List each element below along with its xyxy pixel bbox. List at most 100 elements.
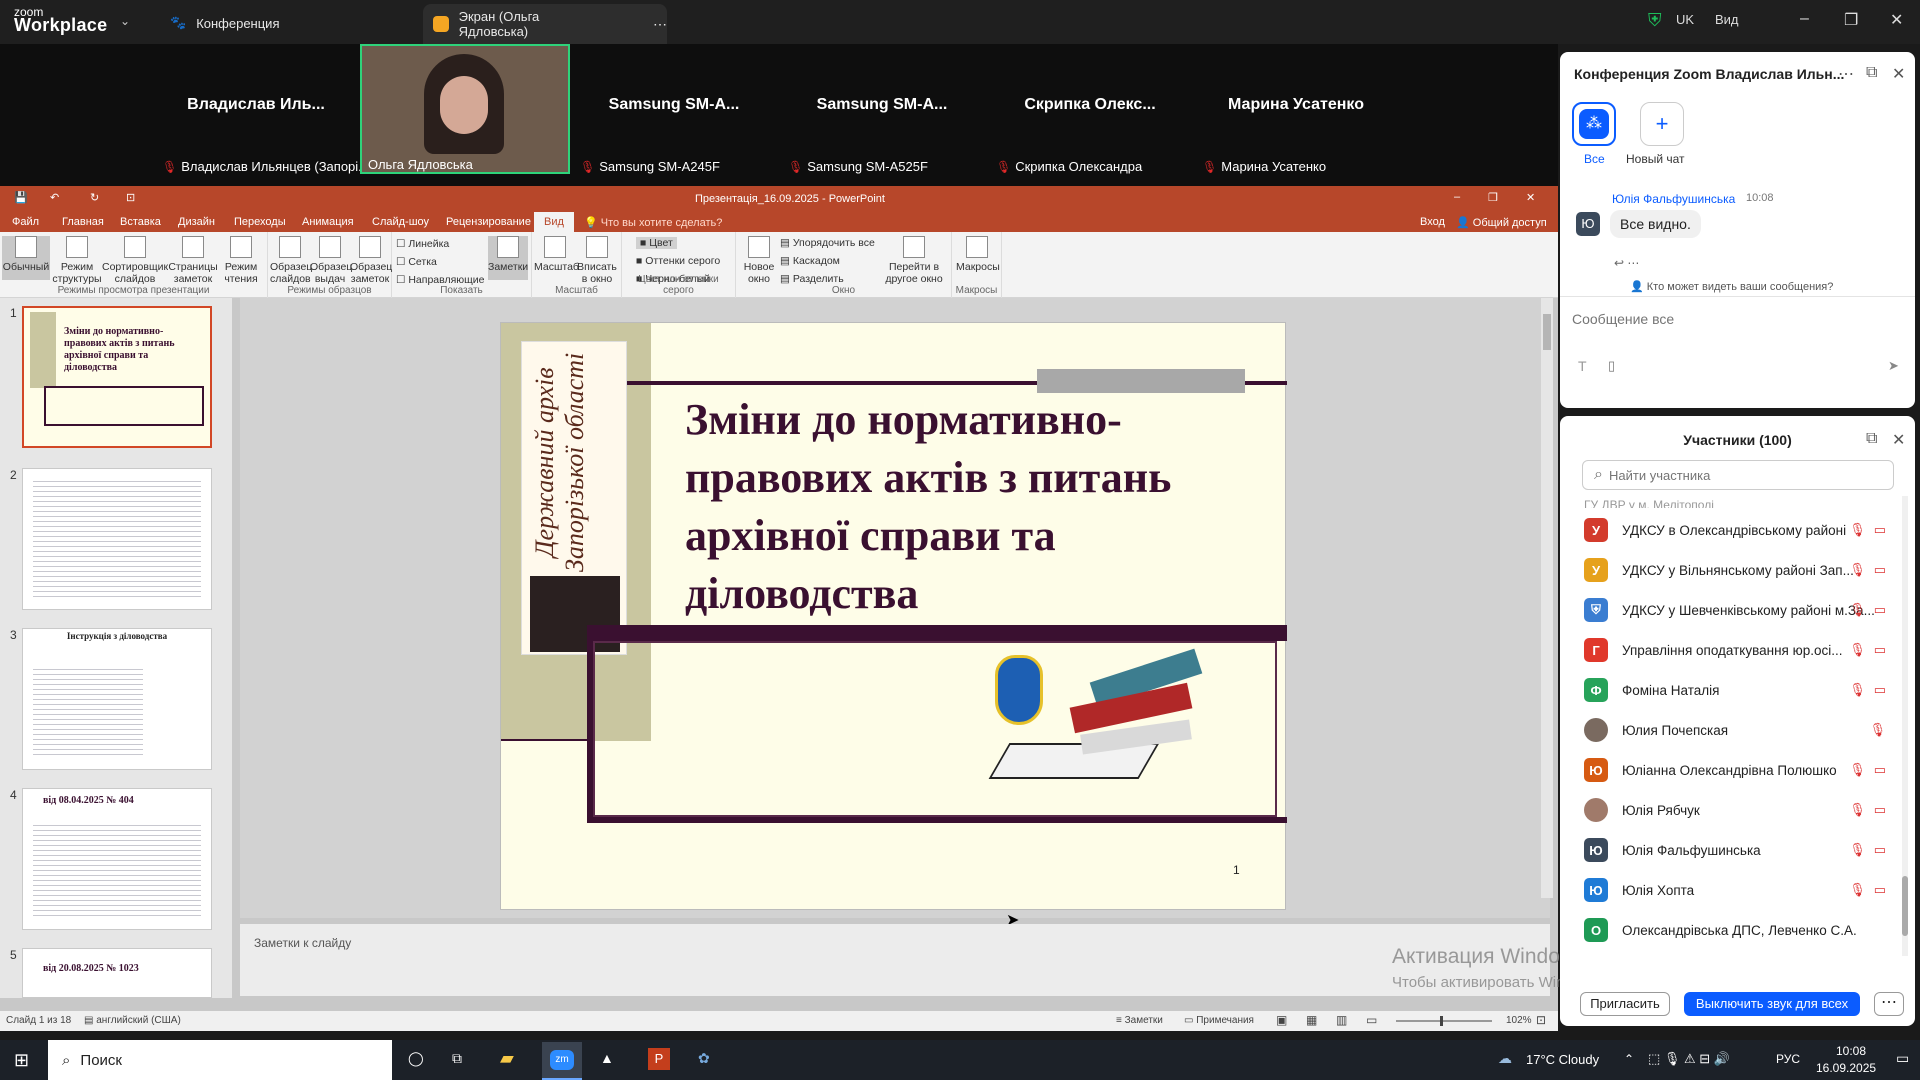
list-item[interactable]: У УДКСУ у Вільнянському районі Зап... 🎙▭ <box>1584 550 1904 590</box>
close-icon[interactable]: ✕ <box>1892 430 1905 450</box>
grayscale-button[interactable]: ■ Оттенки серого <box>636 255 720 267</box>
new-chat-button[interactable]: + <box>1640 102 1684 146</box>
cascade-button[interactable]: ▤ Каскадом <box>780 255 840 267</box>
participant-tile[interactable]: Samsung SM-A... 🎙 Samsung SM-A525F <box>782 44 982 174</box>
sign-in-link[interactable]: Вход <box>1420 216 1445 228</box>
slideshow-status-icon[interactable]: ▭ <box>1366 1013 1377 1027</box>
slide-thumbnail-4[interactable]: від 08.04.2025 № 404 <box>22 788 212 930</box>
slide-scrollbar-thumb[interactable] <box>1543 314 1551 350</box>
reading-view-button[interactable]: Режим чтения <box>218 236 264 285</box>
list-item[interactable]: Юлія Рябчук 🎙▭ <box>1584 790 1904 830</box>
list-item[interactable]: Юлия Почепская 🎙 <box>1584 710 1904 750</box>
active-speaker-tile[interactable]: Ольга Ядловська <box>360 44 570 174</box>
undo-icon[interactable]: ↶ <box>50 191 59 204</box>
outline-view-button[interactable]: Режим структуры <box>52 236 102 285</box>
macros-button[interactable]: Макросы <box>956 236 1000 273</box>
sorter-view-status-icon[interactable]: ▦ <box>1306 1013 1317 1027</box>
notifications-icon[interactable]: ▭ <box>1896 1050 1909 1067</box>
language-indicator[interactable]: РУС <box>1776 1052 1800 1066</box>
notes-master-button[interactable]: Образец заметок <box>350 236 392 285</box>
slide-thumbnail-1[interactable]: Зміни до нормативно-правових актів з пит… <box>22 306 212 448</box>
list-item[interactable]: ГУ ДВР у м. Мелітополі <box>1584 498 1714 508</box>
minimize-icon[interactable]: – <box>1800 10 1809 28</box>
reading-view-status-icon[interactable]: ▥ <box>1336 1013 1347 1027</box>
file-explorer-icon[interactable]: ▰ <box>500 1048 514 1069</box>
tab-home[interactable]: Главная <box>62 216 104 228</box>
slide-thumbnail-2[interactable] <box>22 468 212 610</box>
share-button[interactable]: 👤 Общий доступ <box>1456 216 1547 229</box>
new-window-button[interactable]: Новое окно <box>740 236 778 285</box>
fit-slide-icon[interactable]: ⊡ <box>1536 1013 1546 1027</box>
tab-design[interactable]: Дизайн <box>178 216 215 228</box>
view-button[interactable]: Вид <box>1715 12 1739 27</box>
clock-time[interactable]: 10:08 <box>1836 1044 1866 1058</box>
tab-file[interactable]: Файл <box>12 216 39 228</box>
who-can-see-link[interactable]: 👤 Кто может видеть ваши сообщения? <box>1630 280 1833 293</box>
switch-window-button[interactable]: Перейти в другое окно <box>882 236 946 285</box>
participant-search-input[interactable] <box>1582 460 1894 490</box>
weather-label[interactable]: 17°C Cloudy <box>1526 1052 1599 1067</box>
invite-button[interactable]: Пригласить <box>1580 992 1670 1016</box>
list-item[interactable]: О Олександрівська ДПС, Левченко С.А. <box>1584 910 1904 950</box>
message-bubble[interactable]: Все видно. <box>1610 210 1701 238</box>
list-item[interactable]: Ю Юлія Хопта 🎙▭ <box>1584 870 1904 910</box>
tab-slideshow[interactable]: Слайд-шоу <box>372 216 429 228</box>
slide-canvas[interactable]: Державний архів Запорізької області Змін… <box>500 322 1287 910</box>
popout-icon[interactable]: ⧉ <box>1866 64 1877 82</box>
participants-scrollbar[interactable] <box>1902 496 1908 956</box>
slide-thumbnail-3[interactable]: Інструкція з діловодства <box>22 628 212 770</box>
ruler-checkbox[interactable]: ☐ Линейка <box>396 238 449 250</box>
maximize-icon[interactable]: ❐ <box>1844 10 1858 30</box>
participant-tile[interactable]: Марина Усатенко 🎙 Марина Усатенко <box>1196 44 1396 174</box>
notes-button[interactable]: Заметки <box>488 236 528 280</box>
handout-master-button[interactable]: Образец выдач <box>310 236 352 285</box>
participant-tile[interactable]: Скрипка Олекс... 🎙 Скрипка Олександра <box>990 44 1190 174</box>
tray-icons[interactable]: ⬚ 🎙 ⚠ ⊟ 🔊 <box>1648 1051 1730 1067</box>
all-chat-button[interactable]: ⁂ <box>1572 102 1616 146</box>
message-sender[interactable]: Юлія Фальфушинська <box>1612 192 1735 206</box>
participant-tile[interactable]: Владислав Иль... 🎙 Владислав Ильянцев (За… <box>156 44 369 174</box>
fit-to-window-button[interactable]: Вписать в окно <box>576 236 618 285</box>
slide-master-button[interactable]: Образец слайдов <box>270 236 312 285</box>
normal-view-button[interactable]: Обычный <box>2 236 50 280</box>
ppt-minimize-icon[interactable]: – <box>1454 191 1460 203</box>
zoom-slider[interactable] <box>1396 1016 1492 1026</box>
chevron-up-icon[interactable]: ⌃ <box>1624 1052 1634 1066</box>
start-slideshow-icon[interactable]: ⊡ <box>126 191 135 204</box>
tab-view[interactable]: Вид <box>534 212 574 232</box>
arrange-all-button[interactable]: ▤ Упорядочить все <box>780 237 875 249</box>
slide-thumbnail-5[interactable]: від 20.08.2025 № 1023 <box>22 948 212 998</box>
clock-date[interactable]: 16.09.2025 <box>1816 1061 1876 1075</box>
cortana-icon[interactable]: ◯ <box>408 1050 424 1067</box>
close-icon[interactable]: ✕ <box>1892 64 1905 84</box>
save-icon[interactable]: 💾 <box>14 191 28 204</box>
list-item[interactable]: Ю Юлія Фальфушинська 🎙▭ <box>1584 830 1904 870</box>
split-button[interactable]: ▤ Разделить <box>780 273 844 285</box>
reply-icon[interactable]: ↩ ⋯ <box>1614 256 1639 270</box>
list-item[interactable]: У УДКСУ в Олександрівському районі 🎙▭ <box>1584 510 1904 550</box>
send-icon[interactable]: ➤ <box>1888 358 1899 374</box>
tab-review[interactable]: Рецензирование <box>446 216 531 228</box>
notes-toggle[interactable]: ≡ Заметки <box>1116 1015 1163 1026</box>
more-icon[interactable]: ⋯ <box>1838 64 1854 84</box>
notes-pane[interactable]: Заметки к слайду <box>240 924 1550 996</box>
tab-insert[interactable]: Вставка <box>120 216 161 228</box>
tab-conference[interactable]: 🐾 Конференция <box>170 8 279 38</box>
language-status[interactable]: ▤ английский (США) <box>84 1015 181 1026</box>
notes-page-button[interactable]: Страницы заметок <box>168 236 218 285</box>
zoom-percent[interactable]: 102% <box>1506 1015 1532 1026</box>
more-options-button[interactable]: ⋯ <box>1874 992 1904 1016</box>
windows-start-icon[interactable]: ⊞ <box>14 1050 29 1071</box>
list-item[interactable]: Ф Фоміна Наталія 🎙▭ <box>1584 670 1904 710</box>
list-item[interactable]: ⛨ УДКСУ у Шевченківському районі м.За... 🎙… <box>1584 590 1904 630</box>
redo-icon[interactable]: ↻ <box>90 191 99 204</box>
ppt-restore-icon[interactable]: ❐ <box>1488 191 1498 204</box>
tab-screen-share[interactable]: Экран (Ольга Ядловська) ⋯ <box>423 4 667 44</box>
participants-scrollbar-thumb[interactable] <box>1902 876 1908 936</box>
tab-animations[interactable]: Анимация <box>302 216 354 228</box>
gridlines-checkbox[interactable]: ☐ Сетка <box>396 256 437 268</box>
taskbar-search[interactable]: ⌕ Поиск <box>48 1040 392 1080</box>
more-icon[interactable]: ⋯ <box>653 16 667 33</box>
list-item[interactable]: Ю Юліанна Олександрівна Полюшко 🎙▭ <box>1584 750 1904 790</box>
close-icon[interactable]: ✕ <box>1890 10 1903 30</box>
